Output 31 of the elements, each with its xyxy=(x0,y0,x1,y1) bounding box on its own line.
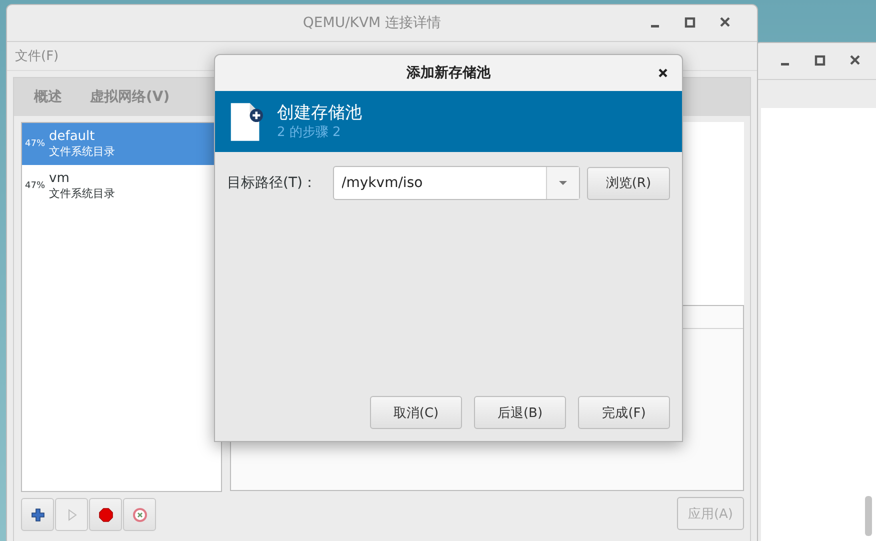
maximize-icon[interactable] xyxy=(814,55,826,66)
pool-name: default xyxy=(49,129,96,144)
pool-name: vm xyxy=(49,171,70,186)
step-title: 创建存储池 xyxy=(277,102,362,124)
stop-button[interactable] xyxy=(89,498,122,531)
dialog-title: 添加新存储池 xyxy=(406,64,490,82)
close-icon[interactable] xyxy=(720,16,730,28)
stop-icon xyxy=(98,506,114,522)
delete-button[interactable] xyxy=(123,498,156,531)
plus-button[interactable] xyxy=(21,498,54,531)
new-document-icon xyxy=(229,100,263,142)
close-icon[interactable] xyxy=(850,54,860,66)
dialog-button[interactable]: 取消(C) xyxy=(370,396,462,429)
step-counter: 2 的步骤 2 xyxy=(277,124,342,142)
dialog-button[interactable]: 后退(B) xyxy=(474,396,566,429)
window-title: QEMU/KVM 连接详情 xyxy=(302,14,442,32)
browse-button[interactable]: 浏览(R) xyxy=(586,166,670,200)
scrollbar-thumb[interactable] xyxy=(865,496,872,536)
close-icon[interactable] xyxy=(658,68,668,78)
path-combo-box[interactable]: /mykvm/iso xyxy=(332,166,580,200)
pool-type: 文件系统目录 xyxy=(49,144,115,159)
dialog-button[interactable]: 完成(F) xyxy=(578,396,670,429)
usage-label: 47% xyxy=(25,139,46,149)
path-field[interactable]: /mykvm/iso xyxy=(334,167,546,199)
field-label: 目标路径(T)： xyxy=(227,174,318,192)
plus-icon xyxy=(30,506,46,522)
caret-icon[interactable] xyxy=(558,180,568,186)
pool-type: 文件系统目录 xyxy=(49,186,115,201)
usage-label: 47% xyxy=(25,181,46,191)
delete-icon xyxy=(132,506,148,522)
maximize-icon[interactable] xyxy=(684,17,696,28)
